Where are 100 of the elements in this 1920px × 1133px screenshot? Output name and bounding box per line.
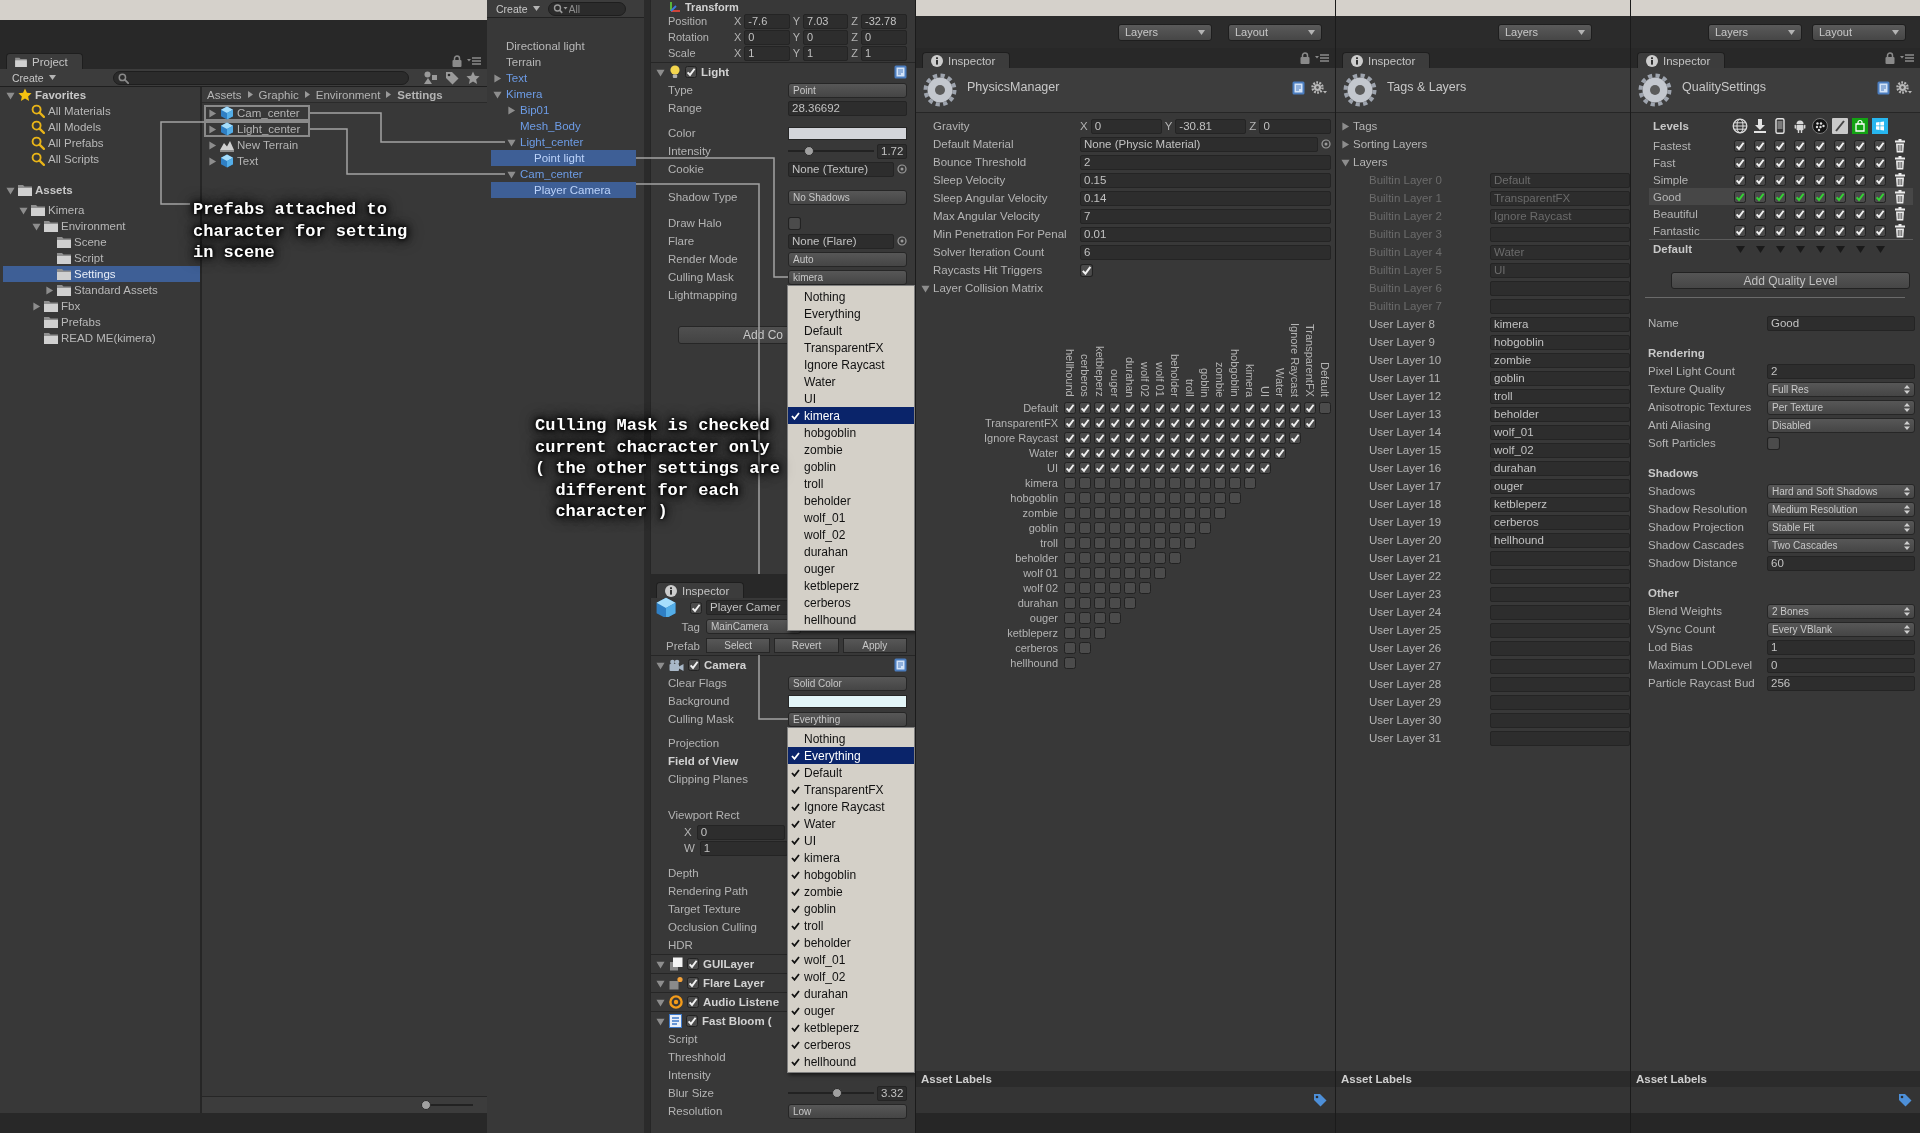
field-label: Clipping Planes — [668, 773, 749, 785]
row-label: Water — [1028, 446, 1059, 459]
row-label: UI — [1046, 461, 1059, 474]
column-label: hellhound — [1063, 349, 1077, 397]
field-label: Field of View — [668, 755, 740, 767]
row-label: cerberos — [1014, 641, 1059, 654]
input-field: Water — [1490, 244, 1630, 260]
field-label: Shadow Type — [668, 191, 739, 203]
layer-label: User Layer 11 — [1369, 372, 1442, 384]
layer-label: User Layer 12 — [1369, 390, 1443, 402]
column-label: Ignore Raycast — [1288, 323, 1302, 397]
column-label: wolf 02 — [1138, 362, 1152, 397]
component-title: Fast Bloom ( — [702, 1015, 772, 1027]
section-header: Asset Labels — [916, 1071, 1335, 1087]
layer-label: User Layer 8 — [1369, 318, 1436, 330]
column-label: ouger — [1108, 368, 1122, 397]
layer-label: User Layer 30 — [1369, 714, 1443, 726]
column-label: Water — [1273, 368, 1287, 397]
column-label: kimera — [1243, 364, 1257, 397]
field-label: Tag — [680, 620, 701, 633]
field-label: Gravity — [933, 120, 971, 132]
field-label: Pixel Light Count — [1648, 365, 1736, 377]
field-label: Shadow Resolution — [1648, 503, 1749, 515]
row-label: Default — [1022, 401, 1059, 414]
layer-label: User Layer 15 — [1369, 444, 1443, 456]
row-label: TransparentFX — [984, 416, 1059, 429]
annotation-text: Culling Mask is checked current chacracter only ( the other settings are different for each character ) — [535, 415, 780, 523]
column-label: goblin — [1198, 367, 1212, 397]
field-label: Position — [668, 15, 709, 27]
input-field: Default — [1490, 172, 1630, 188]
row-label: beholder — [1014, 551, 1059, 564]
layer-label: User Layer 26 — [1369, 642, 1443, 654]
field-label: Rotation — [668, 31, 710, 43]
row-label: hobgoblin — [1009, 491, 1059, 504]
field-label: Depth — [668, 867, 700, 879]
column-label: cerberos — [1078, 354, 1092, 397]
field-label: Sleep Velocity — [933, 174, 1007, 186]
field-label: Render Mode — [668, 253, 739, 265]
field-label: Blur Size — [668, 1087, 716, 1099]
axis-label: Z — [851, 31, 859, 43]
axis-label: X — [734, 47, 742, 59]
column-label: durahan — [1123, 356, 1137, 397]
component-title: Camera — [704, 659, 747, 671]
section-label: Other — [1648, 586, 1679, 601]
layer-label: User Layer 23 — [1369, 588, 1443, 600]
field-label: Lod Bias — [1648, 641, 1694, 653]
field-label: Script — [668, 1033, 699, 1045]
inspector-title: QualitySettings — [1682, 80, 1767, 94]
row-label: Ignore Raycast — [983, 431, 1059, 444]
field-label: Target Texture — [668, 903, 742, 915]
layer-label: User Layer 21 — [1369, 552, 1443, 564]
field-label: Color — [668, 127, 697, 139]
field-label: Occlusion Culling — [668, 921, 758, 933]
input-field: TransparentFX — [1490, 190, 1630, 206]
layer-label: User Layer 29 — [1369, 696, 1443, 708]
field-label: Projection — [668, 737, 721, 749]
axis-label: X — [734, 15, 742, 27]
axis-label: X — [684, 826, 692, 838]
section-header: Asset Labels — [1631, 1071, 1920, 1087]
row-label: wolf 01 — [1022, 566, 1059, 579]
column-label: wolf 01 — [1153, 362, 1167, 397]
field-label: Background — [668, 695, 731, 707]
field-label: Prefab — [665, 639, 701, 652]
column-label: ketbleperz — [1093, 346, 1107, 397]
row-label: ketbleperz — [1006, 626, 1059, 639]
axis-label: Y — [792, 15, 800, 27]
axis-label: Y — [792, 47, 800, 59]
field-label: Max Angular Velocity — [933, 210, 1041, 222]
component-title: Transform — [685, 0, 739, 13]
field-label: Cookie — [668, 163, 705, 175]
layer-label: User Layer 25 — [1369, 624, 1443, 636]
column-label: troll — [1183, 379, 1197, 397]
layer-label: User Layer 9 — [1369, 336, 1436, 348]
field-label: Rendering Path — [668, 885, 749, 897]
axis-label: X — [1080, 120, 1088, 132]
axis-label: Z — [851, 47, 859, 59]
layer-label: User Layer 14 — [1369, 426, 1443, 438]
field-label: Name — [1648, 317, 1680, 329]
field-label: Raycasts Hit Triggers — [933, 264, 1044, 276]
column-label: zombie — [1213, 361, 1227, 397]
input-field: Ignore Raycast — [1490, 208, 1630, 224]
field-label: Intensity — [668, 145, 712, 157]
axis-label: Z — [1249, 120, 1257, 132]
field-label: Threshhold — [668, 1051, 727, 1063]
field-label: Range — [668, 102, 703, 114]
section-label: Shadows — [1648, 466, 1699, 481]
field-label: VSync Count — [1648, 623, 1717, 635]
layer-label: User Layer 13 — [1369, 408, 1443, 420]
field-label: HDR — [668, 939, 694, 951]
layer-label: User Layer 28 — [1369, 678, 1443, 690]
layer-label: User Layer 27 — [1369, 660, 1443, 672]
layer-label: User Layer 17 — [1369, 480, 1443, 492]
section-label: Levels — [1653, 120, 1690, 132]
row-label: hellhound — [1009, 656, 1059, 669]
field-label: Culling Mask — [668, 271, 735, 283]
axis-label: W — [684, 842, 695, 854]
field-label: Shadow Cascades — [1648, 539, 1745, 551]
annotation-text: Prefabs attached to character for setting in scene — [193, 199, 408, 264]
layer-label: User Layer 16 — [1369, 462, 1443, 474]
section-label: Rendering — [1648, 346, 1705, 361]
